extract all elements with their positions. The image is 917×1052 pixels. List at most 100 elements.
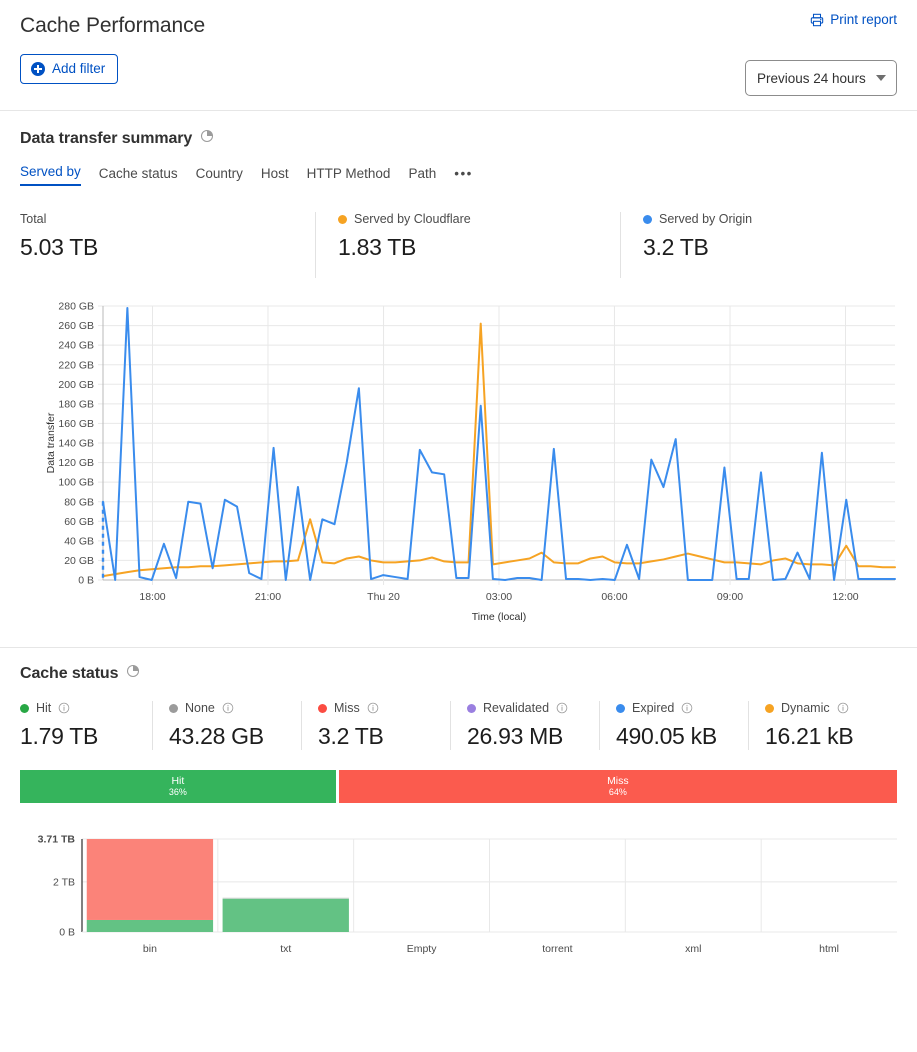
status-dynamic-label-row: Dynamic xyxy=(765,701,887,715)
cache-status-card: Cache status Hit 1.79 TB None 43.28 GB M… xyxy=(0,648,917,967)
svg-text:Data transfer: Data transfer xyxy=(45,412,57,473)
add-filter-label: Add filter xyxy=(52,61,106,77)
metric-total-label-row: Total xyxy=(20,212,295,226)
tab-host[interactable]: Host xyxy=(261,166,289,186)
status-revalidated-value: 26.93 MB xyxy=(467,723,564,749)
metric-total-value: 5.03 TB xyxy=(20,234,99,260)
status-expired-value: 490.05 kB xyxy=(616,723,717,749)
info-icon[interactable] xyxy=(556,702,568,714)
tab-country[interactable]: Country xyxy=(196,166,243,186)
status-dynamic-value: 16.21 kB xyxy=(765,723,854,749)
status-hit-value: 1.79 TB xyxy=(20,723,99,749)
status-hit-label: Hit xyxy=(36,701,52,715)
status-dot-expired xyxy=(616,703,625,713)
data-transfer-summary-card: Data transfer summary Served by Cache st… xyxy=(0,111,917,633)
pie-clock-icon xyxy=(126,664,140,683)
svg-text:21:00: 21:00 xyxy=(255,591,281,603)
svg-text:140 GB: 140 GB xyxy=(58,438,94,450)
ratio-hit-name: Hit xyxy=(171,775,185,788)
svg-text:100 GB: 100 GB xyxy=(58,477,94,489)
data-transfer-title-row: Data transfer summary xyxy=(20,129,897,148)
page-title: Cache Performance xyxy=(20,14,206,37)
status-metric-hit: Hit 1.79 TB xyxy=(20,701,152,750)
tabs-overflow-button[interactable]: ••• xyxy=(454,166,473,186)
ratio-miss-name: Miss xyxy=(607,775,629,788)
status-dynamic-label: Dynamic xyxy=(781,701,830,715)
status-expired-label: Expired xyxy=(632,701,675,715)
status-dot-miss xyxy=(318,703,327,713)
svg-text:bin: bin xyxy=(143,943,157,955)
status-revalidated-label-row: Revalidated xyxy=(467,701,589,715)
cache-status-bar-chart: 0 B 2 TB 3.71 TB bin txt Empty torrent xml html xyxy=(20,827,897,967)
status-none-value: 43.28 GB xyxy=(169,723,264,749)
page-header: Cache Performance Print report Add filte… xyxy=(0,0,917,110)
svg-text:18:00: 18:00 xyxy=(139,591,165,603)
ratio-segment-hit[interactable]: Hit 36% xyxy=(20,770,336,803)
cache-status-section-title: Cache status xyxy=(20,664,119,682)
svg-text:220 GB: 220 GB xyxy=(58,359,94,371)
time-range-value: Previous 24 hours xyxy=(757,70,866,86)
time-range-select[interactable]: Previous 24 hours xyxy=(745,60,897,96)
line-chart-svg: 0 B 20 GB 40 GB 60 GB 80 GB 100 GB 120 GB 140 G… xyxy=(45,301,896,623)
tab-served-by[interactable]: Served by xyxy=(20,164,81,186)
svg-text:240 GB: 240 GB xyxy=(58,340,94,352)
metric-served-by-origin: Served by Origin 3.2 TB xyxy=(620,212,772,278)
status-metric-none: None 43.28 GB xyxy=(152,701,301,750)
info-icon[interactable] xyxy=(222,702,234,714)
svg-text:280 GB: 280 GB xyxy=(58,301,94,313)
svg-text:3.71 TB: 3.71 TB xyxy=(38,834,76,846)
metric-cloudflare-label: Served by Cloudflare xyxy=(354,212,471,226)
svg-text:160 GB: 160 GB xyxy=(58,418,94,430)
svg-text:200 GB: 200 GB xyxy=(58,379,94,391)
svg-text:20 GB: 20 GB xyxy=(64,555,94,567)
info-icon[interactable] xyxy=(681,702,693,714)
legend-dot-origin xyxy=(643,214,652,224)
svg-text:0 B: 0 B xyxy=(78,575,94,587)
metric-total: Total 5.03 TB xyxy=(20,212,315,278)
status-dot-hit xyxy=(20,703,29,713)
svg-text:06:00: 06:00 xyxy=(601,591,627,603)
status-metric-expired: Expired 490.05 kB xyxy=(599,701,748,750)
svg-text:12:00: 12:00 xyxy=(832,591,858,603)
svg-text:html: html xyxy=(819,943,839,955)
svg-text:120 GB: 120 GB xyxy=(58,457,94,469)
status-dot-dynamic xyxy=(765,703,774,713)
ratio-miss-pct: 64% xyxy=(608,787,627,798)
svg-text:2 TB: 2 TB xyxy=(53,876,75,888)
status-hit-label-row: Hit xyxy=(20,701,142,715)
svg-text:60 GB: 60 GB xyxy=(64,516,94,528)
add-filter-button[interactable]: Add filter xyxy=(20,54,119,84)
data-transfer-section-title: Data transfer summary xyxy=(20,129,193,147)
info-icon[interactable] xyxy=(367,702,379,714)
svg-text:torrent: torrent xyxy=(542,943,572,955)
status-miss-label-row: Miss xyxy=(318,701,440,715)
status-metric-miss: Miss 3.2 TB xyxy=(301,701,450,750)
tab-http-method[interactable]: HTTP Method xyxy=(307,166,391,186)
status-metric-dynamic: Dynamic 16.21 kB xyxy=(748,701,897,750)
info-icon[interactable] xyxy=(58,702,70,714)
metric-origin-label-row: Served by Origin xyxy=(643,212,752,226)
status-none-label: None xyxy=(185,701,215,715)
svg-text:xml: xml xyxy=(685,943,701,955)
tab-cache-status[interactable]: Cache status xyxy=(99,166,178,186)
info-icon[interactable] xyxy=(837,702,849,714)
metric-origin-value: 3.2 TB xyxy=(643,234,709,260)
printer-icon xyxy=(810,13,824,27)
ratio-segment-miss[interactable]: Miss 64% xyxy=(338,770,897,803)
status-expired-label-row: Expired xyxy=(616,701,738,715)
status-none-label-row: None xyxy=(169,701,291,715)
svg-text:txt: txt xyxy=(280,943,291,955)
metric-cloudflare-label-row: Served by Cloudflare xyxy=(338,212,600,226)
cache-status-title-row: Cache status xyxy=(20,664,897,683)
status-metric-revalidated: Revalidated 26.93 MB xyxy=(450,701,599,750)
status-miss-value: 3.2 TB xyxy=(318,723,384,749)
print-report-button[interactable]: Print report xyxy=(810,12,897,27)
svg-text:Empty: Empty xyxy=(407,943,438,955)
metric-total-label: Total xyxy=(20,212,47,226)
svg-text:0 B: 0 B xyxy=(59,927,75,939)
tab-path[interactable]: Path xyxy=(408,166,436,186)
data-transfer-tabs[interactable]: Served by Cache status Country Host HTTP… xyxy=(20,164,897,186)
status-dot-none xyxy=(169,703,178,713)
svg-text:40 GB: 40 GB xyxy=(64,535,94,547)
plus-circle-icon xyxy=(31,62,45,76)
